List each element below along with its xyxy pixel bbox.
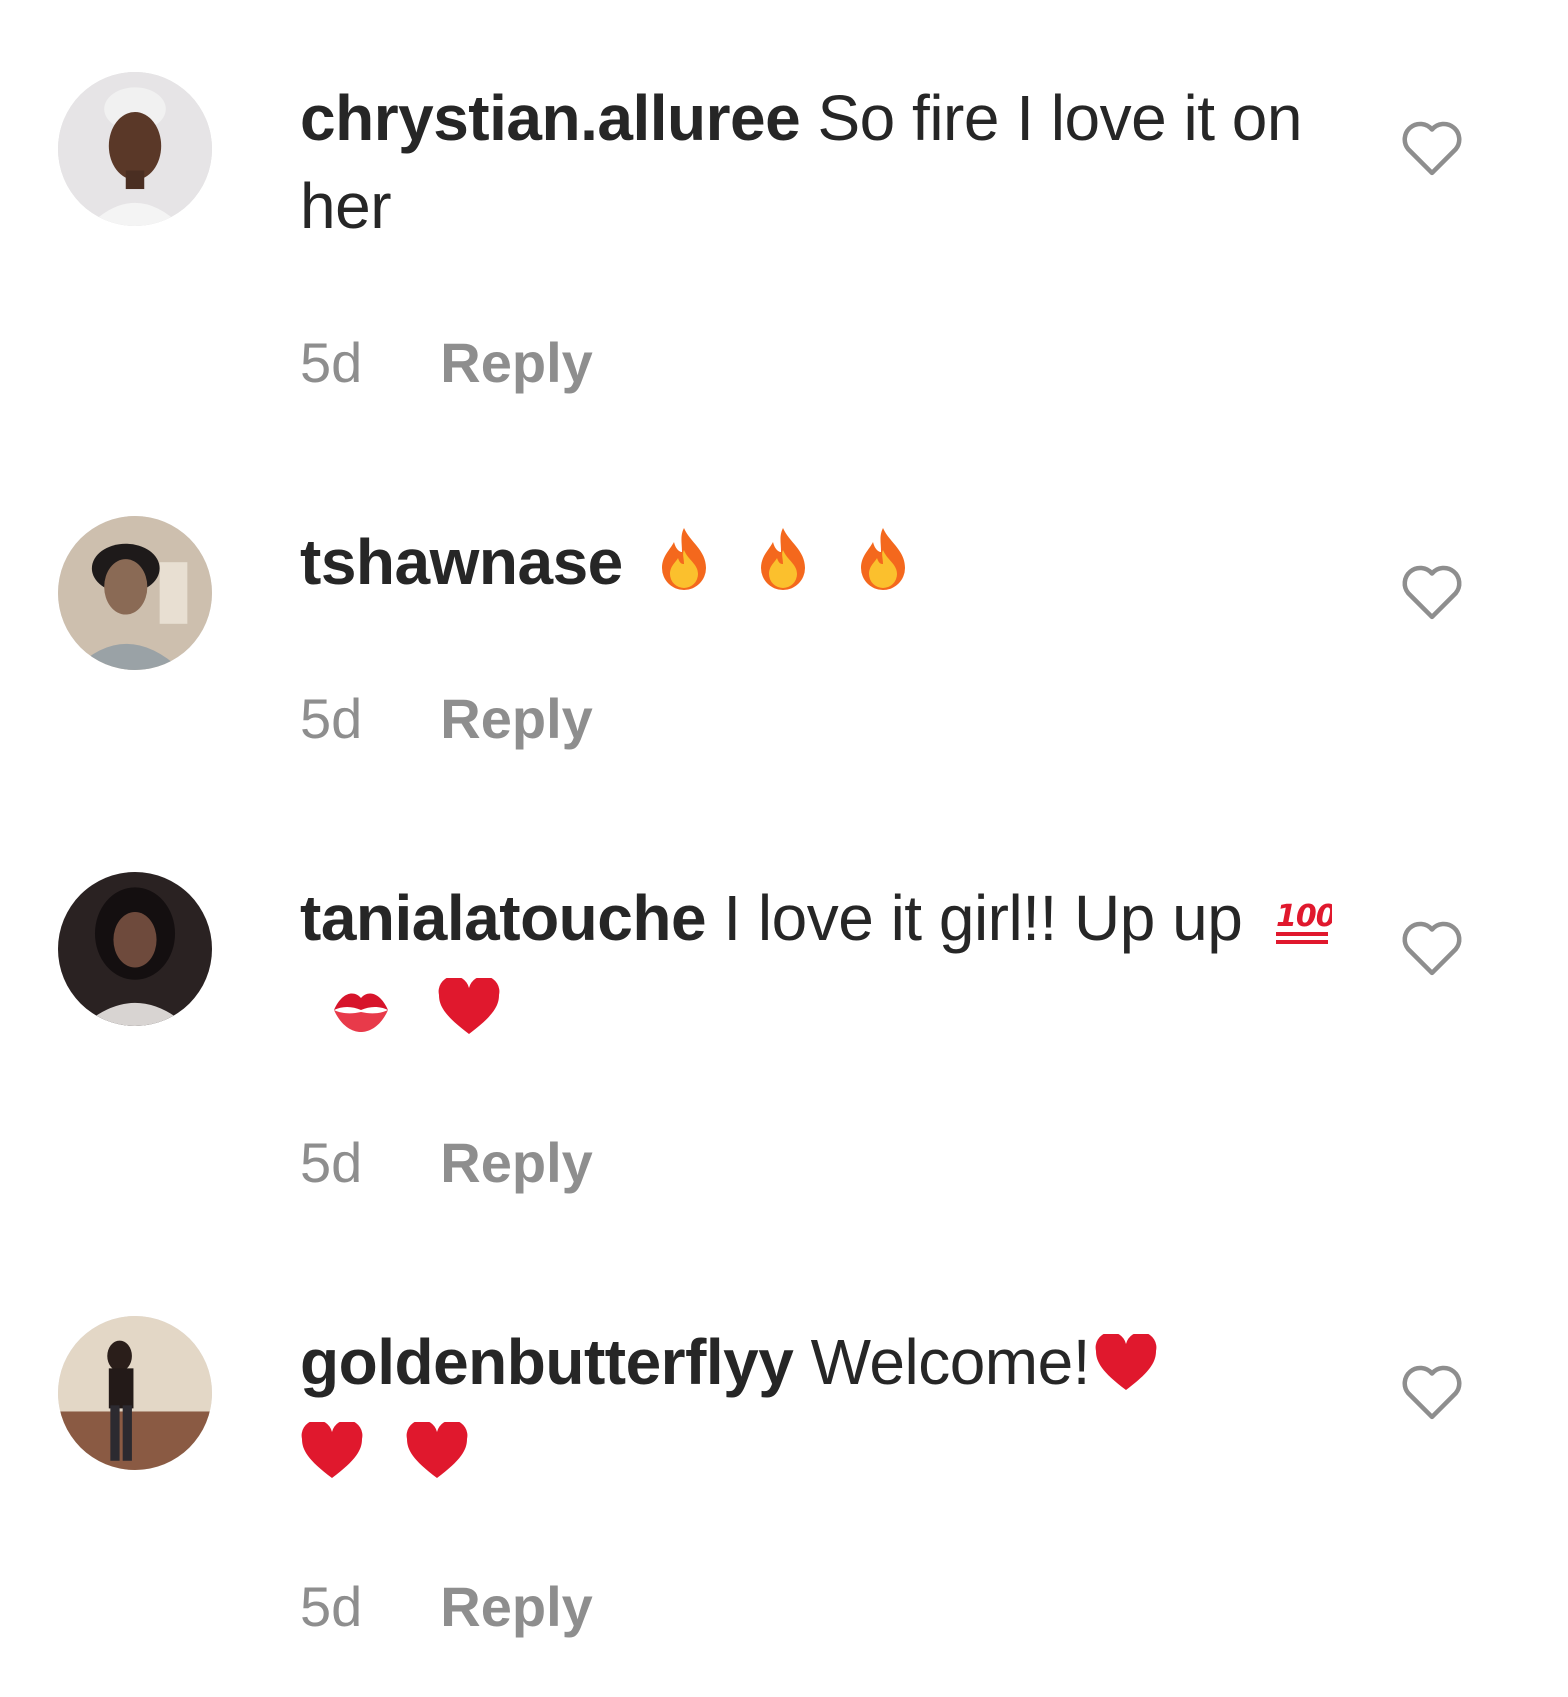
heart-outline-icon [1402,921,1462,976]
heart-outline-icon [1402,565,1462,620]
like-button[interactable] [1398,116,1466,178]
fire-icon [853,526,913,592]
like-button[interactable] [1398,1360,1466,1422]
red-heart-icon [300,1422,364,1480]
avatar[interactable] [58,516,212,670]
red-heart-icon [405,1422,469,1480]
comment-text: chrystian.alluree So fire I love it on h… [300,74,1360,250]
comment-timestamp: 5d [300,331,363,394]
avatar[interactable] [58,72,212,226]
comment-body: Welcome! [810,1326,1091,1398]
comment-meta: 5d Reply [300,1574,593,1639]
like-button[interactable] [1398,560,1466,622]
comment-timestamp: 5d [300,1131,363,1194]
fire-icon [753,526,813,592]
avatar[interactable] [58,1316,212,1470]
hundred-points-icon: 100 [1274,892,1332,948]
comment-body: I love it girl!! Up up [723,882,1243,954]
kiss-mark-icon [330,984,392,1036]
comment-timestamp: 5d [300,687,363,750]
comment-text: tshawnase [300,518,1360,606]
comment-text: tanialatouche I love it girl!! Up up 100 [300,874,1360,1050]
reply-button[interactable]: Reply [440,331,593,394]
comment-meta: 5d Reply [300,1130,593,1195]
comment-text: goldenbutterflyy Welcome! [300,1318,1360,1494]
reply-button[interactable]: Reply [440,687,593,750]
heart-outline-icon [1402,121,1462,176]
red-heart-icon [437,978,501,1036]
comment-username[interactable]: chrystian.alluree [300,82,801,154]
svg-text:100: 100 [1276,899,1332,934]
like-button[interactable] [1398,916,1466,978]
comment-username[interactable]: tshawnase [300,526,623,598]
reply-button[interactable]: Reply [440,1131,593,1194]
comment-username[interactable]: goldenbutterflyy [300,1326,794,1398]
fire-icon [654,526,714,592]
avatar[interactable] [58,872,212,1026]
red-heart-icon [1094,1334,1158,1392]
comment-timestamp: 5d [300,1575,363,1638]
comment-username[interactable]: tanialatouche [300,882,707,954]
heart-outline-icon [1402,1365,1462,1420]
reply-button[interactable]: Reply [440,1575,593,1638]
comment-meta: 5d Reply [300,330,593,395]
comment-meta: 5d Reply [300,686,593,751]
